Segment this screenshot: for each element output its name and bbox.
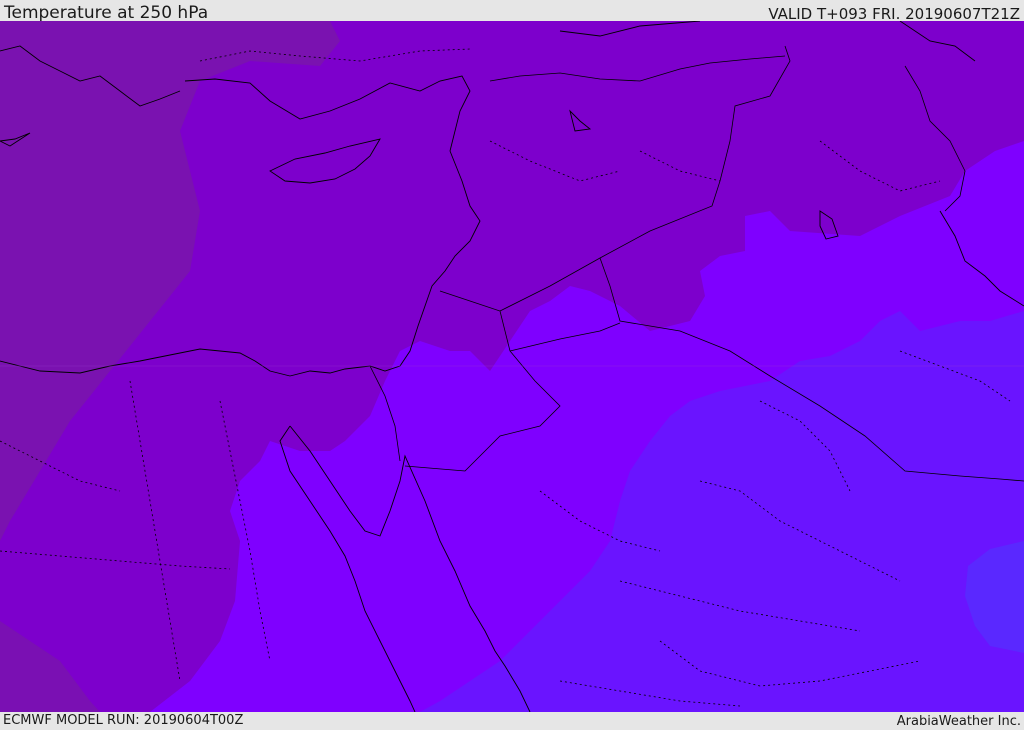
- model-run-label: ECMWF MODEL RUN: 20190604T00Z: [3, 713, 244, 728]
- temperature-map[interactable]: [0, 21, 1024, 712]
- header-bar: Temperature at 250 hPa VALID T+093 FRI. …: [0, 0, 1024, 23]
- map-title: Temperature at 250 hPa: [4, 3, 209, 23]
- footer-bar: ECMWF MODEL RUN: 20190604T00Z ArabiaWeat…: [0, 712, 1024, 729]
- credit-label: ArabiaWeather Inc.: [896, 714, 1021, 729]
